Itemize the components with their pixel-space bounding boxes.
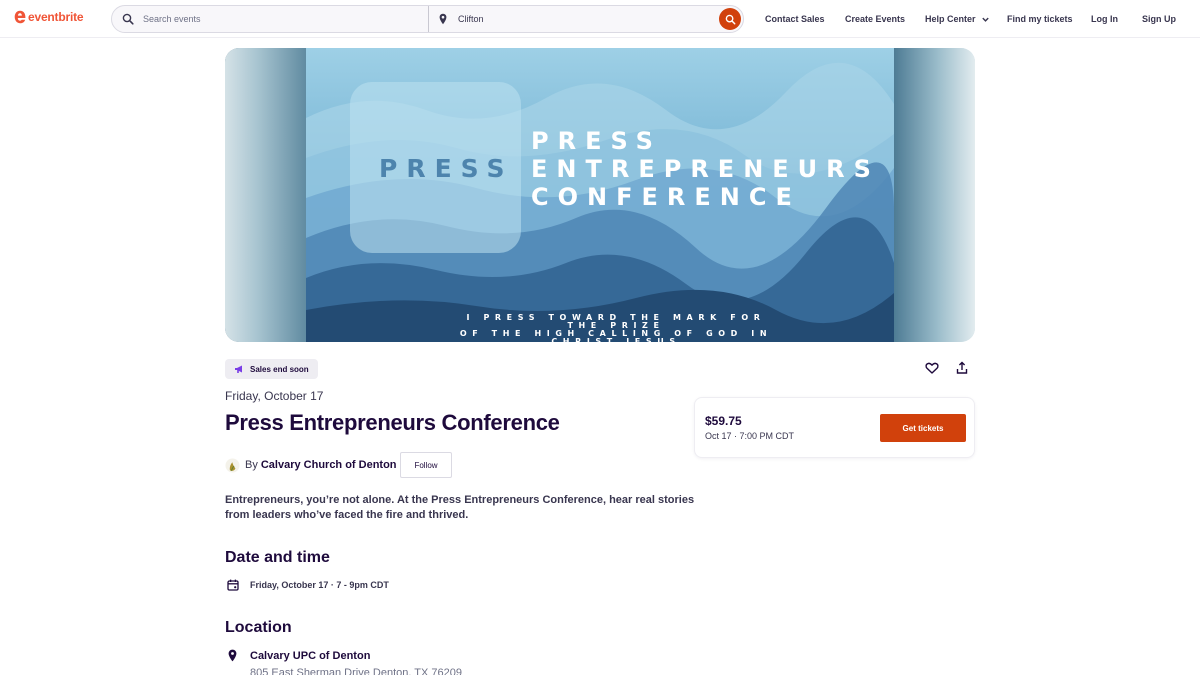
- event-date: Friday, October 17: [225, 389, 324, 403]
- sales-end-soon-badge: Sales end soon: [225, 359, 318, 379]
- location-pin-icon: [439, 13, 447, 25]
- location-heading: Location: [225, 619, 292, 636]
- venue-address: 805 East Sherman Drive Denton, TX 76209: [250, 667, 462, 675]
- nav-log-in[interactable]: Log In: [1091, 0, 1118, 38]
- event-summary: Entrepreneurs, you’re not alone. At the …: [225, 494, 695, 521]
- search-icon: [122, 13, 134, 25]
- location-input[interactable]: [458, 14, 698, 24]
- nav-help-center-label: Help Center: [925, 14, 976, 24]
- organizer-prefix: By: [245, 459, 258, 471]
- hero-verse-line: OF THE HIGH CALLING OF GOD IN CHRIST JES…: [459, 329, 773, 343]
- nav-find-tickets-label: Find my tickets: [1007, 14, 1073, 24]
- event-search-segment: [112, 6, 429, 32]
- venue-name: Calvary UPC of Denton: [250, 649, 371, 662]
- hero-panel-word: PRESS: [379, 154, 514, 183]
- organizer-avatar-icon[interactable]: [225, 458, 240, 473]
- top-navigation-bar: eventbrite Contact Sales Create Events: [0, 0, 1200, 38]
- date-time-value: Friday, October 17 · 7 - 9pm CDT: [250, 580, 389, 590]
- organizer-name-link[interactable]: Calvary Church of Denton: [261, 459, 397, 471]
- hero-title-line: PRESS: [531, 127, 662, 155]
- megaphone-icon: [235, 365, 242, 373]
- hero-verse: I PRESS TOWARD THE MARK FOR THE PRIZE OF…: [456, 313, 776, 343]
- venue-row: Calvary UPC of Denton: [227, 649, 370, 662]
- nav-help-center[interactable]: Help Center: [925, 0, 990, 38]
- follow-button[interactable]: Follow: [400, 452, 452, 478]
- calendar-icon: [227, 579, 239, 591]
- event-hero-image: PRESS PRESS ENTREPRENEURS CONFERENCE I P…: [306, 48, 894, 342]
- search-submit-icon: [725, 14, 735, 24]
- hero-blur-left: [225, 48, 307, 342]
- search-bar: [111, 5, 744, 33]
- eventbrite-logo[interactable]: eventbrite: [14, 10, 84, 24]
- ticket-price: $59.75: [705, 414, 742, 428]
- hero-blur-right: [893, 48, 975, 342]
- search-submit-button[interactable]: [719, 8, 741, 30]
- chevron-down-icon: [981, 17, 989, 22]
- share-icon[interactable]: [955, 361, 969, 375]
- hero-verse-line: I PRESS TOWARD THE MARK FOR THE PRIZE: [466, 313, 766, 330]
- nav-create-events[interactable]: Create Events: [845, 0, 905, 38]
- event-title: Press Entrepreneurs Conference: [225, 410, 560, 435]
- hero-title: PRESS ENTREPRENEURS CONFERENCE: [531, 127, 880, 211]
- badge-label: Sales end soon: [250, 364, 309, 374]
- nav-sign-up[interactable]: Sign Up: [1142, 0, 1176, 38]
- nav-contact-sales[interactable]: Contact Sales: [765, 0, 825, 38]
- date-and-time-heading: Date and time: [225, 549, 330, 566]
- hero-title-line: ENTREPRENEURS: [531, 155, 880, 183]
- hero-title-line: CONFERENCE: [531, 183, 801, 211]
- nav-find-my-tickets[interactable]: Find my tickets: [1007, 0, 1073, 38]
- search-input[interactable]: [143, 14, 383, 24]
- date-time-row: Friday, October 17 · 7 - 9pm CDT: [227, 579, 389, 591]
- heart-icon[interactable]: [925, 361, 939, 375]
- ticket-date: Oct 17 · 7:00 PM CDT: [705, 431, 795, 441]
- organizer-line: By Calvary Church of Denton: [225, 455, 397, 475]
- nav-log-in-label: Log In: [1091, 14, 1118, 24]
- logo-text: eventbrite: [28, 10, 84, 24]
- nav-create-events-label: Create Events: [845, 14, 906, 24]
- location-pin-icon: [228, 649, 237, 662]
- nav-contact-sales-label: Contact Sales: [765, 14, 825, 24]
- nav-sign-up-label: Sign Up: [1142, 14, 1176, 24]
- ticket-card: $59.75 Oct 17 · 7:00 PM CDT Get tickets: [694, 397, 975, 458]
- eventbrite-logo-icon: [14, 10, 26, 24]
- location-search-segment: [429, 6, 743, 32]
- event-hero-banner: PRESS PRESS ENTREPRENEURS CONFERENCE I P…: [225, 48, 975, 342]
- get-tickets-button[interactable]: Get tickets: [880, 414, 966, 442]
